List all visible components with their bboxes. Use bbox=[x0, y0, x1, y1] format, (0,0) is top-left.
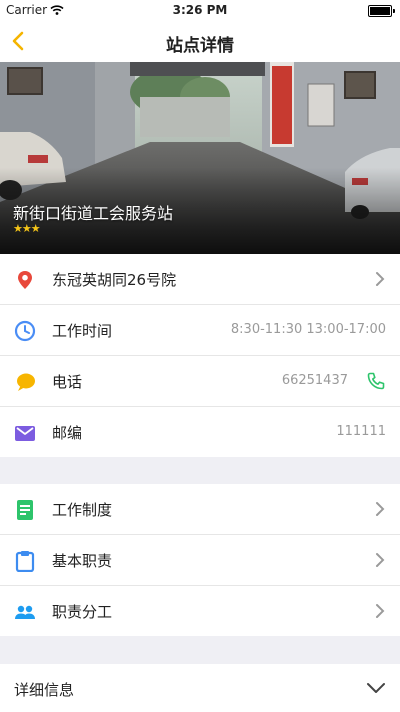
postcode-value: 111111 bbox=[336, 424, 386, 439]
chevron-down-icon bbox=[367, 683, 385, 693]
phone-icon[interactable] bbox=[366, 371, 386, 391]
phone-row[interactable]: 电话 66251437 bbox=[0, 356, 400, 407]
chat-bubble-icon bbox=[17, 373, 35, 391]
navigation-bar: 站点详情 bbox=[0, 20, 400, 62]
battery-icon bbox=[368, 5, 395, 17]
details-label: 详细信息 bbox=[14, 681, 75, 699]
mail-icon bbox=[15, 426, 35, 441]
basic-duties-row[interactable]: 基本职责 bbox=[0, 535, 400, 586]
page-title: 站点详情 bbox=[166, 36, 234, 56]
chevron-right-icon bbox=[376, 553, 385, 567]
postcode-label: 邮编 bbox=[52, 424, 83, 442]
work-time-label: 工作时间 bbox=[52, 322, 113, 340]
chevron-right-icon bbox=[376, 502, 385, 516]
postcode-row: 邮编 111111 bbox=[0, 407, 400, 457]
clipboard-icon bbox=[15, 551, 35, 572]
status-time: 3:26 PM bbox=[172, 3, 228, 17]
station-name: 新街口街道工会服务站 bbox=[13, 204, 174, 223]
status-bar: Carrier 3:26 PM bbox=[0, 0, 400, 20]
details-row[interactable]: 详细信息 bbox=[0, 664, 400, 712]
address-row[interactable]: 东冠英胡同26号院 bbox=[0, 254, 400, 305]
chevron-right-icon bbox=[376, 604, 385, 618]
phone-label: 电话 bbox=[52, 373, 83, 391]
clock-icon bbox=[14, 320, 36, 342]
duties-group: 工作制度 基本职责 职责分工 bbox=[0, 484, 400, 636]
location-pin-icon bbox=[18, 271, 32, 289]
station-photo: 新街口街道工会服务站 ★★★ bbox=[0, 62, 400, 254]
station-photo-image bbox=[0, 62, 400, 254]
phone-value: 66251437 bbox=[281, 373, 348, 388]
document-icon bbox=[17, 500, 33, 520]
rating-stars: ★★★ bbox=[13, 222, 41, 235]
chevron-right-icon bbox=[376, 272, 385, 286]
work-system-row[interactable]: 工作制度 bbox=[0, 484, 400, 535]
work-time-row: 工作时间 8:30-11:30 13:00-17:00 bbox=[0, 305, 400, 356]
division-row[interactable]: 职责分工 bbox=[0, 586, 400, 636]
work-system-label: 工作制度 bbox=[52, 501, 113, 519]
work-time-value: 8:30-11:30 13:00-17:00 bbox=[230, 322, 386, 337]
address-text: 东冠英胡同26号院 bbox=[52, 271, 177, 289]
people-icon bbox=[15, 605, 35, 619]
info-group: 东冠英胡同26号院 工作时间 8:30-11:30 13:00-17:00 电话… bbox=[0, 254, 400, 457]
division-label: 职责分工 bbox=[52, 603, 113, 621]
basic-duties-label: 基本职责 bbox=[52, 552, 113, 570]
